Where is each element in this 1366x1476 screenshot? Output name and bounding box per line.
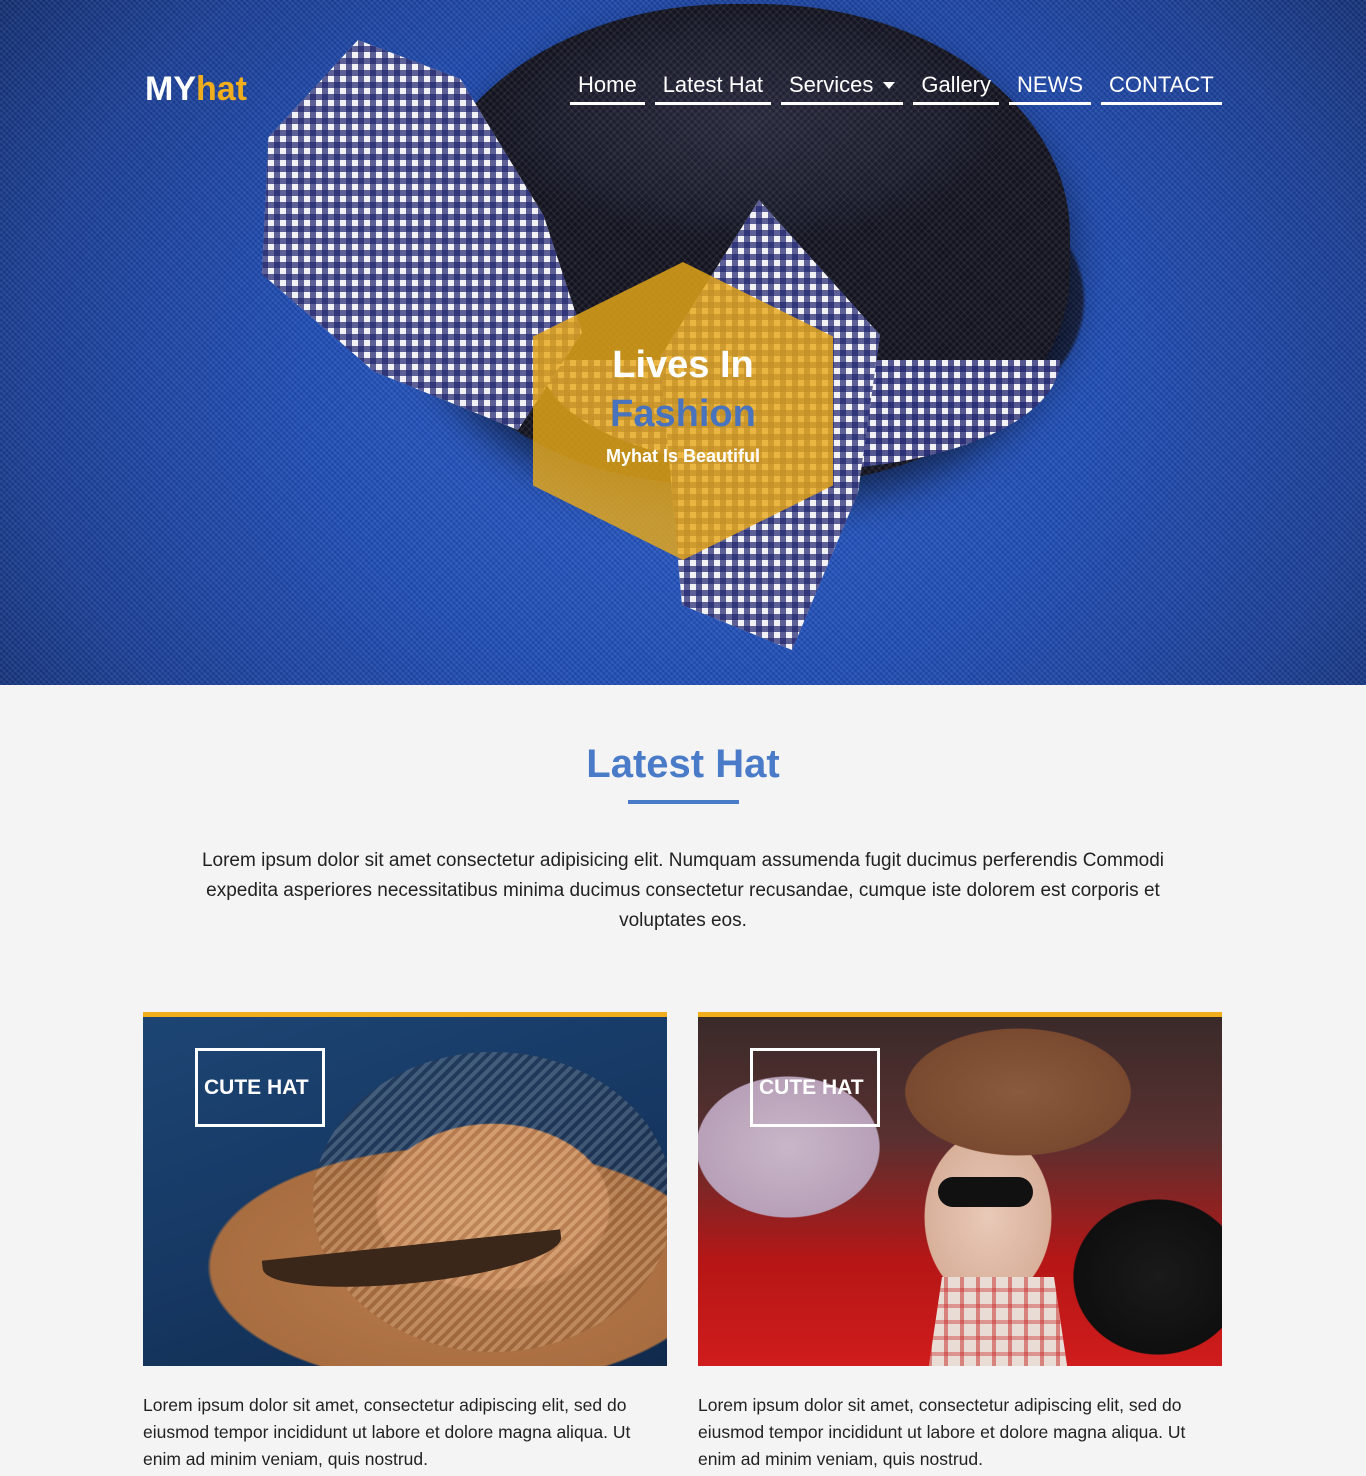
card-label: CUTE HAT: [204, 1075, 309, 1099]
nav-services[interactable]: Services: [780, 72, 904, 105]
nav-latest-hat-label: Latest Hat: [662, 72, 763, 97]
product-card: CUTE HAT Lorem ipsum dolor sit amet, con…: [698, 1012, 1222, 1473]
hero-subtitle: Myhat Is Beautiful: [605, 445, 761, 466]
nav-gallery[interactable]: Gallery: [913, 72, 1000, 105]
section-title-underline: [628, 800, 739, 804]
nav-news[interactable]: NEWS: [1009, 72, 1092, 105]
logo-part-hat: hat: [196, 70, 247, 108]
section-title: Latest Hat: [586, 742, 780, 786]
nav-contact[interactable]: CONTACT: [1101, 72, 1222, 105]
logo-part-my: MY: [145, 70, 196, 108]
product-image-mannequin-hats[interactable]: CUTE HAT: [698, 1012, 1222, 1366]
hero-accent: Fashion: [610, 392, 756, 435]
main-nav: Home Latest Hat Services Gallery NEWS CO…: [570, 72, 1222, 105]
nav-contact-label: CONTACT: [1109, 72, 1214, 97]
card-label-box[interactable]: CUTE HAT: [750, 1048, 880, 1127]
nav-gallery-label: Gallery: [921, 72, 992, 97]
nav-services-label: Services: [788, 72, 874, 97]
nav-news-label: NEWS: [1017, 72, 1084, 97]
card-label: CUTE HAT: [759, 1075, 864, 1099]
site-logo[interactable]: MYhat: [145, 70, 247, 109]
product-card: CUTE HAT Lorem ipsum dolor sit amet, con…: [143, 1012, 667, 1473]
nav-home[interactable]: Home: [570, 72, 645, 105]
nav-latest-hat[interactable]: Latest Hat: [654, 72, 771, 105]
card-label-box[interactable]: CUTE HAT: [195, 1048, 325, 1127]
hero-banner: MYhat Home Latest Hat Services Gallery N…: [0, 0, 1366, 685]
product-image-straw-hat[interactable]: CUTE HAT: [143, 1012, 667, 1366]
nav-home-label: Home: [578, 72, 637, 97]
hero-title: Lives In: [612, 344, 754, 387]
chevron-down-icon: [883, 81, 896, 89]
card-description: Lorem ipsum dolor sit amet, consectetur …: [698, 1395, 1186, 1469]
card-description: Lorem ipsum dolor sit amet, consectetur …: [143, 1395, 631, 1469]
section-intro: Lorem ipsum dolor sit amet consectetur a…: [201, 850, 1165, 931]
